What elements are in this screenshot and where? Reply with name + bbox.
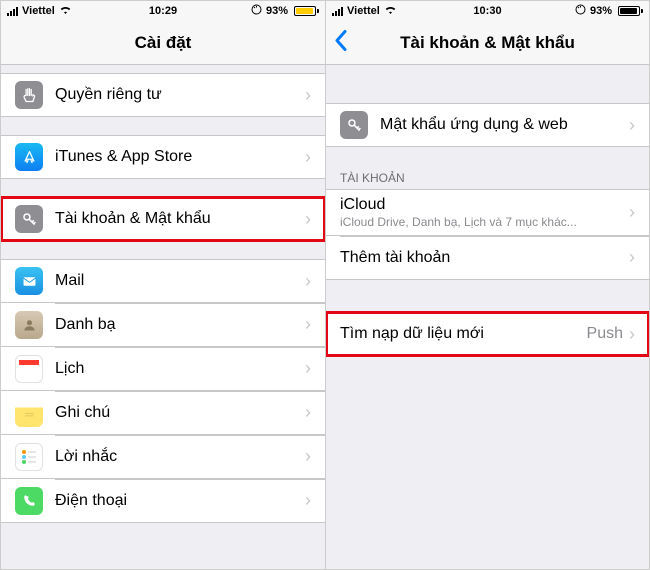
carrier-label: Viettel [347, 5, 380, 17]
row-label: Danh bạ [55, 316, 305, 334]
appstore-icon [15, 143, 43, 171]
row-label: Điện thoại [55, 492, 305, 510]
row-label: iCloud [340, 196, 629, 214]
wifi-icon [59, 5, 72, 18]
row-label: Thêm tài khoản [340, 249, 629, 267]
accounts-list: Mật khẩu ứng dụng & web › TÀI KHOẢN iClo… [326, 65, 649, 569]
row-label: Quyền riêng tư [55, 86, 305, 104]
settings-list: Quyền riêng tư › iTunes & App Store › Tà… [1, 65, 325, 569]
status-bar: Viettel 10:30 93% [326, 1, 649, 21]
battery-icon [616, 6, 643, 16]
page-title: Cài đặt [135, 33, 192, 53]
nav-header: Cài đặt [1, 21, 325, 65]
status-bar: Viettel 10:29 93% [1, 1, 325, 21]
chevron-icon: › [305, 446, 311, 467]
rotation-lock-icon [251, 4, 262, 18]
row-mail[interactable]: Mail › [1, 259, 325, 303]
row-add-account[interactable]: Thêm tài khoản › [326, 236, 649, 280]
row-calendar[interactable]: Lịch › [1, 347, 325, 391]
row-label: Mail [55, 272, 305, 290]
row-sublabel: iCloud Drive, Danh bạ, Lịch và 7 mục khá… [340, 215, 629, 229]
contacts-icon [15, 311, 43, 339]
chevron-icon: › [305, 209, 311, 230]
rotation-lock-icon [575, 4, 586, 18]
chevron-icon: › [629, 247, 635, 268]
chevron-icon: › [305, 147, 311, 168]
mail-icon [15, 267, 43, 295]
key-icon [15, 205, 43, 233]
signal-icon [7, 7, 18, 16]
chevron-icon: › [305, 271, 311, 292]
battery-pct: 93% [590, 5, 612, 17]
chevron-icon: › [305, 314, 311, 335]
row-label: Lời nhắc [55, 448, 305, 466]
nav-header: Tài khoản & Mật khẩu [326, 21, 649, 65]
row-icloud[interactable]: iCloud iCloud Drive, Danh bạ, Lịch và 7 … [326, 189, 649, 236]
row-value: Push [587, 325, 623, 343]
row-label: Tài khoản & Mật khẩu [55, 210, 305, 228]
row-itunes-appstore[interactable]: iTunes & App Store › [1, 135, 325, 179]
row-reminders[interactable]: Lời nhắc › [1, 435, 325, 479]
phone-icon [15, 487, 43, 515]
wifi-icon [384, 5, 397, 18]
chevron-icon: › [629, 324, 635, 345]
row-privacy[interactable]: Quyền riêng tư › [1, 73, 325, 117]
signal-icon [332, 7, 343, 16]
row-label: Tìm nạp dữ liệu mới [340, 325, 587, 343]
row-app-web-passwords[interactable]: Mật khẩu ứng dụng & web › [326, 103, 649, 147]
calendar-icon [15, 355, 43, 383]
chevron-icon: › [629, 202, 635, 223]
row-fetch-new-data[interactable]: Tìm nạp dữ liệu mới Push › [326, 312, 649, 356]
battery-icon [292, 6, 319, 16]
page-title: Tài khoản & Mật khẩu [400, 33, 575, 53]
row-notes[interactable]: Ghi chú › [1, 391, 325, 435]
chevron-icon: › [305, 402, 311, 423]
battery-pct: 93% [266, 5, 288, 17]
screen-settings: Viettel 10:29 93% Cài đặt Quyề [1, 1, 325, 569]
screen-accounts: Viettel 10:30 93% Tài khoản & Mật khẩu [325, 1, 649, 569]
key-icon [340, 111, 368, 139]
reminders-icon [15, 443, 43, 471]
carrier-label: Viettel [22, 5, 55, 17]
row-label: iTunes & App Store [55, 148, 305, 166]
back-button[interactable] [334, 29, 347, 56]
row-label: Lịch [55, 360, 305, 378]
section-header-accounts: TÀI KHOẢN [326, 165, 649, 189]
row-label: Mật khẩu ứng dụng & web [380, 116, 629, 134]
chevron-icon: › [305, 490, 311, 511]
chevron-icon: › [305, 85, 311, 106]
chevron-icon: › [305, 358, 311, 379]
chevron-icon: › [629, 115, 635, 136]
row-phone[interactable]: Điện thoại › [1, 479, 325, 523]
row-contacts[interactable]: Danh bạ › [1, 303, 325, 347]
row-label: Ghi chú [55, 404, 305, 422]
notes-icon [15, 399, 43, 427]
hand-icon [15, 81, 43, 109]
row-accounts-passwords[interactable]: Tài khoản & Mật khẩu › [1, 197, 325, 241]
